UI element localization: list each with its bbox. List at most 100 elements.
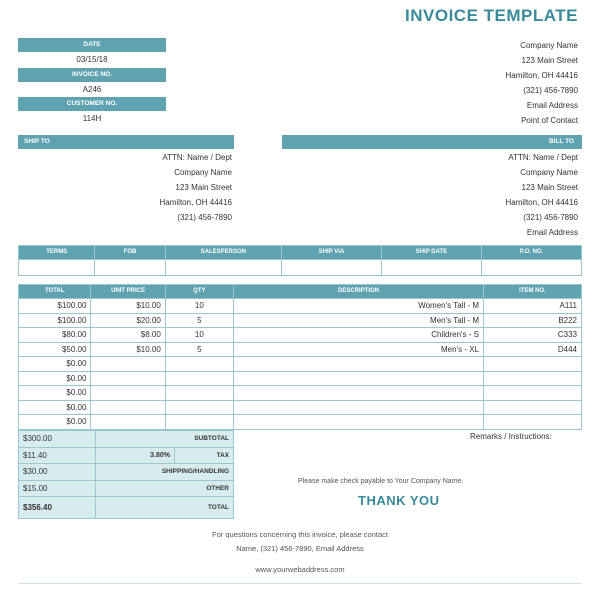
row-total-cell[interactable]: $0.00 <box>17 399 92 415</box>
company-info: Company Name 123 Main Street Hamilton, O… <box>418 38 578 128</box>
customer-no-value[interactable]: 114H <box>18 111 166 126</box>
bill-to-line[interactable]: Company Name <box>282 165 578 180</box>
ship-to-lines: ATTN: Name / Dept Company Name 123 Main … <box>18 149 234 225</box>
row-description-cell[interactable] <box>232 370 485 386</box>
salesperson-cell[interactable] <box>164 259 282 276</box>
row-total-cell[interactable]: $80.00 <box>17 327 92 343</box>
website[interactable]: www.yourwebaddress.com <box>0 565 600 574</box>
bill-to-line[interactable]: Email Address <box>282 225 578 240</box>
bill-to-lines: ATTN: Name / Dept Company Name 123 Main … <box>282 149 582 240</box>
tax-rate[interactable]: 3.80% <box>95 446 175 465</box>
row-item-no-cell[interactable] <box>483 356 582 372</box>
row-description-cell[interactable]: Women's Tall - M <box>232 298 485 314</box>
row-qty-cell[interactable]: 10 <box>164 327 234 343</box>
po-no-cell[interactable] <box>480 259 583 276</box>
contact-note-2: Name, (321) 456-7890, Email Address <box>236 544 364 553</box>
row-total-cell[interactable]: $50.00 <box>17 341 92 357</box>
company-phone[interactable]: (321) 456-7890 <box>418 83 578 98</box>
company-email[interactable]: Email Address <box>418 98 578 113</box>
row-total-cell[interactable]: $0.00 <box>17 414 92 430</box>
row-qty-cell[interactable] <box>164 356 234 372</box>
company-street[interactable]: 123 Main Street <box>418 53 578 68</box>
row-unit-price-cell[interactable]: $10.00 <box>90 341 166 357</box>
ship-to-line[interactable]: 123 Main Street <box>18 180 232 195</box>
ship-to-line[interactable]: (321) 456-7890 <box>18 210 232 225</box>
date-block: DATE 03/15/18 <box>18 38 166 67</box>
table-row: $0.00 <box>17 414 582 430</box>
bill-to-line[interactable]: (321) 456-7890 <box>282 210 578 225</box>
table-row: $0.00 <box>17 399 582 415</box>
row-item-no-cell[interactable]: D444 <box>483 341 582 357</box>
row-total-cell[interactable]: $0.00 <box>17 370 92 386</box>
row-description-cell[interactable]: Children's - S <box>232 327 485 343</box>
row-qty-cell[interactable] <box>164 414 234 430</box>
other-value[interactable]: $15.00 <box>18 479 96 498</box>
row-unit-price-cell[interactable] <box>90 414 166 430</box>
row-item-no-cell[interactable]: A111 <box>483 298 582 314</box>
table-row: $100.00 $10.00 10 Women's Tall - M A111 <box>17 298 582 314</box>
company-contact[interactable]: Point of Contact <box>418 113 578 128</box>
totals-table: $300.00 SUBTOTAL $11.40 3.80% TAX $30.00… <box>18 430 234 520</box>
row-item-no-cell[interactable] <box>483 370 582 386</box>
row-description-cell[interactable] <box>232 399 485 415</box>
row-description-cell[interactable]: Men's - XL <box>232 341 485 357</box>
row-qty-cell[interactable]: 5 <box>164 341 234 357</box>
thank-you: THANK YOU <box>358 493 440 508</box>
row-item-no-cell[interactable]: B222 <box>483 312 582 328</box>
company-city[interactable]: Hamilton, OH 44416 <box>418 68 578 83</box>
row-item-no-cell[interactable] <box>483 385 582 401</box>
bill-to-line[interactable]: Hamilton, OH 44416 <box>282 195 578 210</box>
bill-to-line[interactable]: 123 Main Street <box>282 180 578 195</box>
company-name[interactable]: Company Name <box>418 38 578 53</box>
bill-to-line[interactable]: ATTN: Name / Dept <box>282 150 578 165</box>
row-total-cell[interactable]: $0.00 <box>17 385 92 401</box>
ship-to-line[interactable]: Hamilton, OH 44416 <box>18 195 232 210</box>
row-qty-cell[interactable] <box>164 370 234 386</box>
contact-note-1: For questions concerning this invoice, p… <box>212 530 388 539</box>
page-title: INVOICE TEMPLATE <box>405 6 578 25</box>
table-row: $50.00 $10.00 5 Men's - XL D444 <box>17 341 582 357</box>
row-description-cell[interactable] <box>232 385 485 401</box>
row-item-no-cell[interactable] <box>483 399 582 415</box>
ship-via-cell[interactable] <box>280 259 382 276</box>
item-no-header: ITEM NO. <box>483 284 582 299</box>
customer-no-label: CUSTOMER NO. <box>18 97 166 111</box>
row-qty-cell[interactable]: 10 <box>164 298 234 314</box>
date-value[interactable]: 03/15/18 <box>18 52 166 67</box>
total-header: TOTAL <box>17 284 92 299</box>
ship-to-label: SHIP TO <box>18 135 234 149</box>
terms-cell[interactable] <box>17 259 96 276</box>
row-unit-price-cell[interactable]: $20.00 <box>90 312 166 328</box>
ship-date-header: SHIP DATE <box>380 245 482 260</box>
shipping-value[interactable]: $30.00 <box>18 463 96 481</box>
bottom-divider <box>18 583 582 584</box>
row-unit-price-cell[interactable] <box>90 356 166 372</box>
date-label: DATE <box>18 38 166 52</box>
invoice-no-value[interactable]: A246 <box>18 82 166 97</box>
ship-to-line[interactable]: ATTN: Name / Dept <box>18 150 232 165</box>
row-unit-price-cell[interactable]: $8.00 <box>90 327 166 343</box>
row-description-cell[interactable] <box>232 356 485 372</box>
salesperson-header: SALESPERSON <box>164 245 282 260</box>
row-qty-cell[interactable] <box>164 399 234 415</box>
ship-date-cell[interactable] <box>380 259 482 276</box>
customer-no-block: CUSTOMER NO. 114H <box>18 97 166 126</box>
row-description-cell[interactable] <box>232 414 485 430</box>
ship-to-line[interactable]: Company Name <box>18 165 232 180</box>
row-qty-cell[interactable]: 5 <box>164 312 234 328</box>
row-unit-price-cell[interactable] <box>90 399 166 415</box>
subtotal-label: SUBTOTAL <box>95 430 234 448</box>
row-description-cell[interactable]: Men's Tall - M <box>232 312 485 328</box>
row-total-cell[interactable]: $100.00 <box>17 298 92 314</box>
subtotal-value: $300.00 <box>18 430 96 448</box>
row-total-cell[interactable]: $0.00 <box>17 356 92 372</box>
fob-cell[interactable] <box>94 259 166 276</box>
row-qty-cell[interactable] <box>164 385 234 401</box>
row-total-cell[interactable]: $100.00 <box>17 312 92 328</box>
row-unit-price-cell[interactable] <box>90 370 166 386</box>
row-item-no-cell[interactable]: C333 <box>483 327 582 343</box>
row-unit-price-cell[interactable] <box>90 385 166 401</box>
table-row: $100.00 $20.00 5 Men's Tall - M B222 <box>17 312 582 328</box>
row-item-no-cell[interactable] <box>483 414 582 430</box>
row-unit-price-cell[interactable]: $10.00 <box>90 298 166 314</box>
